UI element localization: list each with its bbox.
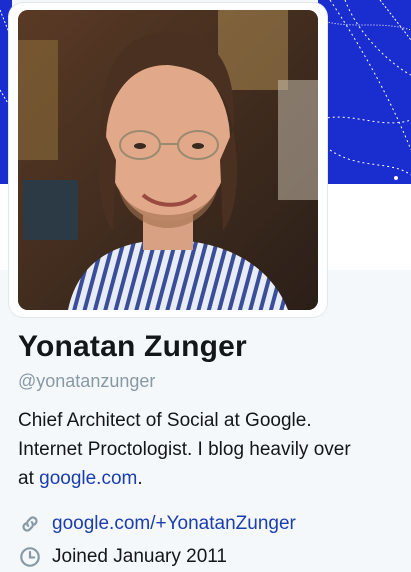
profile-bio: Chief Architect of Social at Google. Int… [18, 406, 403, 493]
bio-line-3-prefix: at [18, 468, 40, 489]
profile-name[interactable]: Yonatan Zunger [18, 330, 247, 364]
bio-line-1: Chief Architect of Social at Google. [18, 410, 312, 431]
clock-icon [18, 545, 42, 569]
link-icon [18, 512, 42, 536]
bio-line-3: at google.com. [18, 464, 403, 493]
avatar[interactable] [18, 10, 318, 310]
bio-link[interactable]: google.com [39, 468, 137, 489]
joined-date: Joined January 2011 [52, 546, 227, 567]
bio-line-3-suffix: . [137, 468, 143, 489]
website-row: google.com/+YonatanZunger [18, 511, 296, 537]
joined-row: Joined January 2011 [18, 544, 227, 570]
profile-handle[interactable]: @yonatanzunger [18, 371, 155, 392]
bio-line-2: Internet Proctologist. I blog heavily ov… [18, 439, 351, 460]
website-link[interactable]: google.com/+YonatanZunger [52, 513, 296, 535]
